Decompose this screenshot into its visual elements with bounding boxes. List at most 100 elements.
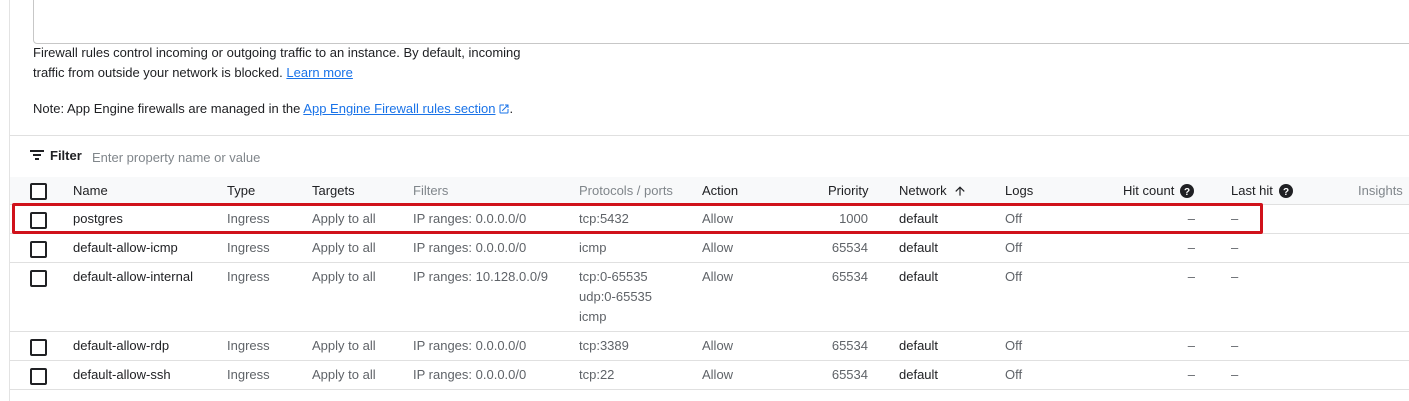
rule-logs: Off bbox=[1005, 338, 1023, 353]
svg-text:?: ? bbox=[1283, 187, 1289, 198]
rule-network[interactable]: default bbox=[899, 238, 938, 258]
rule-action: Allow bbox=[702, 367, 734, 382]
table-row[interactable]: default-allow-icmp Ingress Apply to all … bbox=[10, 234, 1409, 263]
rule-targets: Apply to all bbox=[312, 269, 376, 284]
open-in-new-icon bbox=[499, 104, 509, 114]
help-circle-icon[interactable]: ? bbox=[1278, 184, 1293, 198]
top-panel bbox=[33, 0, 1409, 44]
rule-name[interactable]: default-allow-internal bbox=[73, 267, 193, 287]
table-row[interactable]: default-allow-internal Ingress Apply to … bbox=[10, 263, 1409, 332]
rule-network[interactable]: default bbox=[899, 267, 938, 287]
rule-type: Ingress bbox=[227, 367, 270, 382]
rule-action: Allow bbox=[702, 211, 734, 226]
filter-bar: Filter bbox=[10, 137, 1409, 175]
rule-name[interactable]: default-allow-icmp bbox=[73, 238, 178, 258]
note-prefix: Note: App Engine firewalls are managed i… bbox=[33, 101, 301, 116]
rule-network[interactable]: default bbox=[899, 365, 938, 385]
col-targets[interactable]: Targets bbox=[312, 183, 355, 198]
filter-label: Filter bbox=[50, 148, 82, 163]
rule-logs: Off bbox=[1005, 240, 1023, 255]
rule-targets: Apply to all bbox=[312, 211, 376, 226]
rule-protocols: icmp bbox=[579, 309, 607, 324]
col-last-hit[interactable]: Last hit? bbox=[1231, 183, 1293, 198]
rule-hit-count: – bbox=[1187, 367, 1195, 382]
row-checkbox[interactable] bbox=[30, 270, 47, 287]
help-circle-icon[interactable]: ? bbox=[1180, 184, 1195, 198]
row-checkbox[interactable] bbox=[30, 212, 47, 229]
row-checkbox[interactable] bbox=[30, 339, 47, 356]
intro-text: Firewall rules control incoming or outgo… bbox=[33, 45, 521, 80]
col-type[interactable]: Type bbox=[227, 183, 255, 198]
rule-type: Ingress bbox=[227, 338, 270, 353]
rule-hit-count: – bbox=[1187, 269, 1195, 284]
rule-type: Ingress bbox=[227, 211, 270, 226]
filter-list-icon[interactable] bbox=[30, 149, 44, 161]
col-insights[interactable]: Insights bbox=[1358, 183, 1403, 198]
rule-type: Ingress bbox=[227, 240, 270, 255]
row-checkbox[interactable] bbox=[30, 368, 47, 385]
rule-filters: IP ranges: 0.0.0.0/0 bbox=[413, 338, 527, 353]
rule-logs: Off bbox=[1005, 367, 1023, 382]
app-engine-firewall-link[interactable]: App Engine Firewall rules section bbox=[303, 101, 509, 116]
col-priority[interactable]: Priority bbox=[828, 183, 868, 198]
note-suffix: . bbox=[509, 101, 514, 116]
rule-name[interactable]: default-allow-rdp bbox=[73, 336, 169, 356]
rule-hit-count: – bbox=[1187, 240, 1195, 255]
arrow-up-icon[interactable] bbox=[953, 184, 967, 198]
col-name[interactable]: Name bbox=[73, 183, 108, 198]
rule-filters: IP ranges: 10.128.0.0/9 bbox=[413, 269, 548, 284]
rule-protocols: udp:0-65535 bbox=[579, 289, 653, 304]
rule-targets: Apply to all bbox=[312, 367, 376, 382]
rule-protocols: tcp:0-65535 bbox=[579, 269, 648, 284]
rule-hit-count: – bbox=[1187, 338, 1195, 353]
col-network-label: Network bbox=[899, 183, 947, 198]
rule-network[interactable]: default bbox=[899, 336, 938, 356]
table-header: Name Type Targets Filters Protocols / po… bbox=[10, 177, 1409, 205]
intro-description: Firewall rules control incoming or outgo… bbox=[33, 43, 553, 83]
rule-protocols: icmp bbox=[579, 240, 607, 255]
col-network[interactable]: Network bbox=[899, 183, 967, 198]
col-filters[interactable]: Filters bbox=[413, 183, 448, 198]
rule-filters: IP ranges: 0.0.0.0/0 bbox=[413, 367, 527, 382]
rule-logs: Off bbox=[1005, 211, 1023, 226]
table-row[interactable]: postgres Ingress Apply to all IP ranges:… bbox=[10, 205, 1409, 234]
rule-protocols: tcp:22 bbox=[579, 367, 615, 382]
select-all-checkbox[interactable] bbox=[30, 183, 47, 200]
col-action[interactable]: Action bbox=[702, 183, 738, 198]
rule-priority: 1000 bbox=[839, 211, 868, 226]
rule-last-hit: – bbox=[1231, 240, 1239, 255]
row-checkbox[interactable] bbox=[30, 241, 47, 258]
rule-name[interactable]: postgres bbox=[73, 209, 123, 229]
learn-more-link[interactable]: Learn more bbox=[286, 65, 352, 80]
rule-network[interactable]: default bbox=[899, 209, 938, 229]
table-row[interactable]: default-allow-ssh Ingress Apply to all I… bbox=[10, 361, 1409, 390]
rule-action: Allow bbox=[702, 338, 734, 353]
rule-action: Allow bbox=[702, 269, 734, 284]
rule-protocols: tcp:3389 bbox=[579, 338, 629, 353]
rule-filters: IP ranges: 0.0.0.0/0 bbox=[413, 240, 527, 255]
rule-last-hit: – bbox=[1231, 211, 1239, 226]
rule-priority: 65534 bbox=[831, 269, 868, 284]
col-hit-count-label: Hit count bbox=[1123, 183, 1175, 198]
rule-priority: 65534 bbox=[831, 367, 868, 382]
svg-text:?: ? bbox=[1184, 187, 1190, 198]
rule-priority: 65534 bbox=[831, 338, 868, 353]
app-engine-note: Note: App Engine firewalls are managed i… bbox=[33, 99, 513, 119]
rule-filters: IP ranges: 0.0.0.0/0 bbox=[413, 211, 527, 226]
col-logs[interactable]: Logs bbox=[1005, 183, 1033, 198]
rule-last-hit: – bbox=[1231, 367, 1239, 382]
col-hit-count[interactable]: Hit count? bbox=[1123, 183, 1195, 198]
rule-action: Allow bbox=[702, 240, 734, 255]
rule-targets: Apply to all bbox=[312, 338, 376, 353]
table-row[interactable]: default-allow-rdp Ingress Apply to all I… bbox=[10, 332, 1409, 361]
rule-type: Ingress bbox=[227, 269, 270, 284]
rule-hit-count: – bbox=[1187, 211, 1195, 226]
app-engine-firewall-link-text: App Engine Firewall rules section bbox=[303, 101, 496, 116]
rule-name[interactable]: default-allow-ssh bbox=[73, 365, 171, 385]
rule-logs: Off bbox=[1005, 269, 1023, 284]
rule-priority: 65534 bbox=[831, 240, 868, 255]
filter-input[interactable] bbox=[90, 144, 494, 170]
divider bbox=[10, 135, 1409, 136]
rule-targets: Apply to all bbox=[312, 240, 376, 255]
col-protocols[interactable]: Protocols / ports bbox=[579, 183, 673, 198]
